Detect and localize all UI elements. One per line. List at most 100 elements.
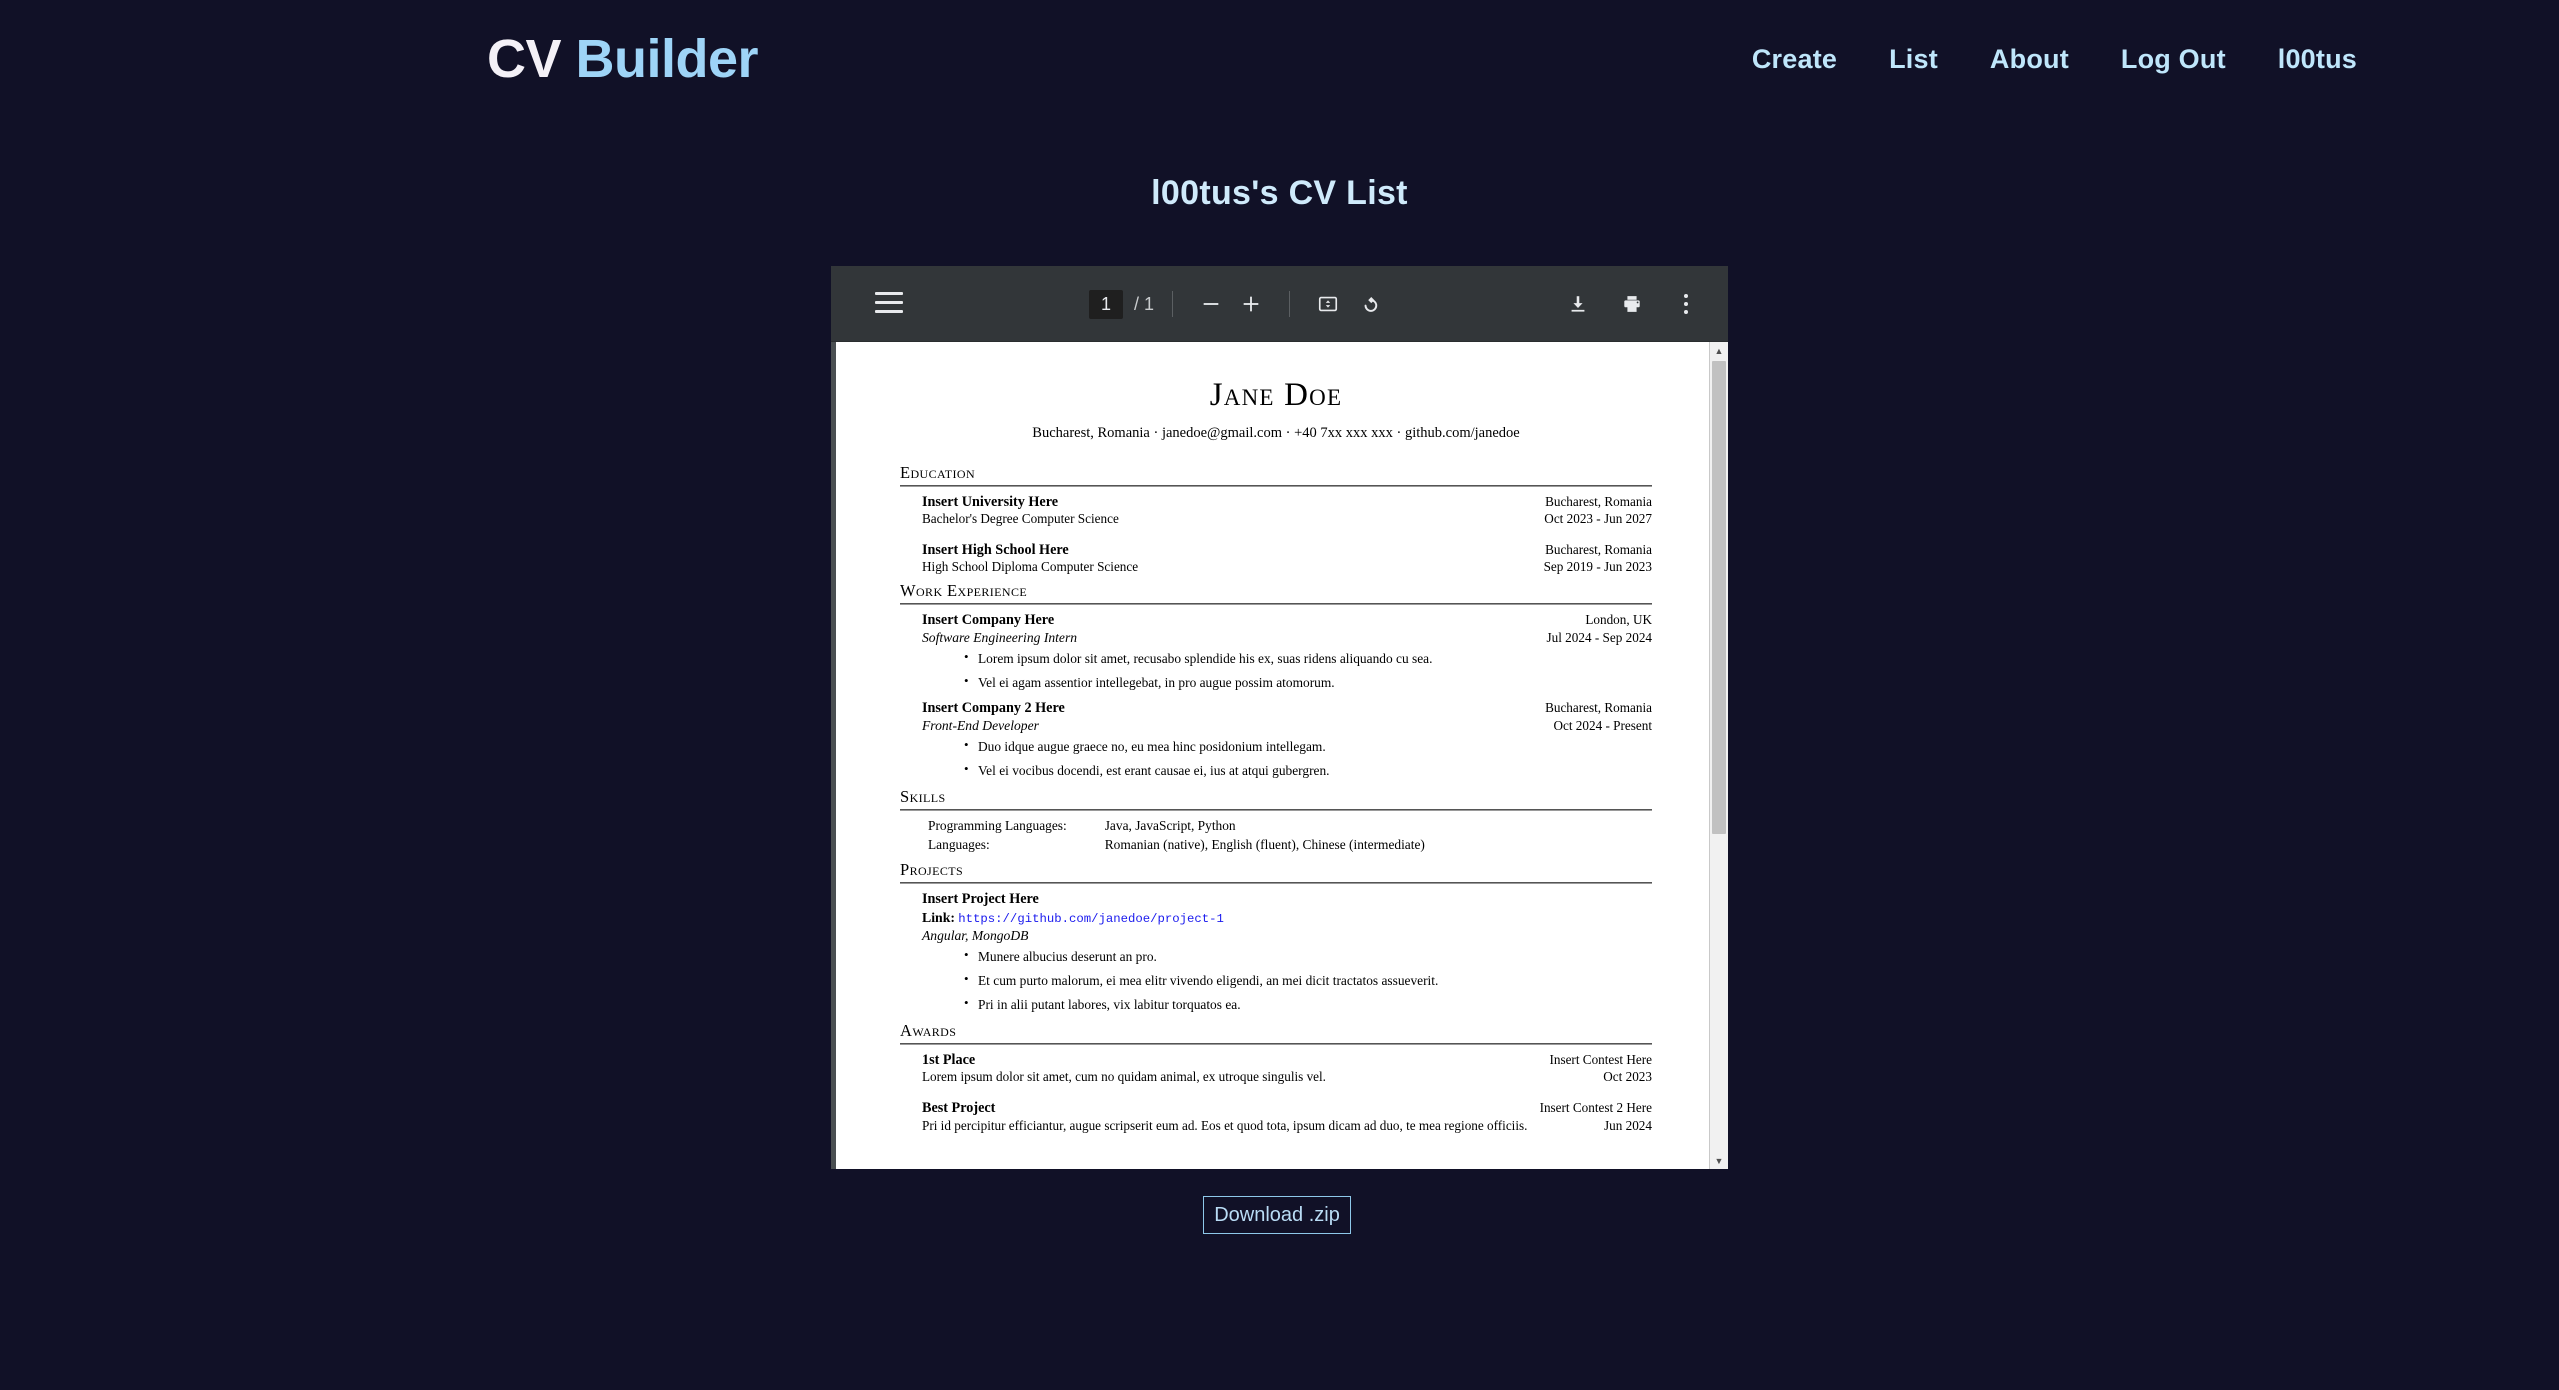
bullet-item: Lorem ipsum dolor sit amet, recusabo spl…: [964, 649, 1652, 667]
print-icon: [1624, 296, 1640, 312]
page-total-label: / 1: [1134, 293, 1155, 314]
main-navigation: Create List About Log Out l00tus: [1726, 44, 2383, 75]
section-title-projects: Projects: [900, 860, 964, 880]
cv-section-work-experience: Work Experience Insert Company Here Lond…: [900, 580, 1652, 779]
entry-dates: Oct 2023 - Jun 2027: [1544, 511, 1652, 527]
entry-bullets: Duo idque augue graece no, eu mea hinc p…: [922, 737, 1652, 779]
project-link-row: Link: https://github.com/janedoe/project…: [922, 909, 1652, 928]
cv-contact-line: Bucharest, Romania · janedoe@gmail.com ·…: [1032, 425, 1520, 442]
entry-dates: Oct 2024 - Present: [1553, 717, 1652, 733]
page-number-input[interactable]: [1089, 289, 1123, 319]
skills-table: Programming Languages: Java, JavaScript,…: [928, 817, 1425, 855]
skill-value: Java, JavaScript, Python: [1104, 817, 1236, 833]
toolbar-divider-2: [1289, 291, 1291, 317]
cv-entry: Insert University Here Bucharest, Romani…: [922, 493, 1652, 528]
zoom-out-button[interactable]: [1191, 284, 1231, 324]
nav-item-log-out[interactable]: Log Out: [2095, 44, 2252, 75]
pdf-scrollbar[interactable]: ▲ ▼: [1709, 342, 1728, 1169]
entry-location: Bucharest, Romania: [1545, 541, 1652, 557]
table-row: Programming Languages: Java, JavaScript,…: [928, 817, 1425, 836]
section-title-awards: Awards: [900, 1021, 957, 1041]
download-button[interactable]: [1558, 284, 1598, 324]
toolbar-divider: [1172, 291, 1174, 317]
section-rule: [900, 808, 1652, 811]
entry-location: London, UK: [1585, 612, 1652, 628]
entry-bullets: Munere albucius deserunt an pro. Et cum …: [922, 947, 1652, 1013]
entry-title: Insert Company 2 Here: [922, 699, 1065, 716]
entry-title: Insert Company Here: [922, 612, 1055, 629]
site-header: CV Builder Create List About Log Out l00…: [0, 0, 2559, 132]
cv-section-awards: Awards 1st Place Insert Contest Here Lor…: [900, 1020, 1652, 1134]
hamburger-menu-icon[interactable]: [875, 292, 903, 314]
logo-text-cv: CV: [487, 29, 562, 89]
entry-dates: Sep 2019 - Jun 2023: [1543, 559, 1652, 575]
section-title-skills: Skills: [900, 786, 946, 806]
scrollbar-thumb[interactable]: [1712, 361, 1726, 834]
pdf-toolbar-center-controls: / 1: [1089, 266, 1388, 342]
fit-page-button[interactable]: [1308, 284, 1348, 324]
nav-item-list[interactable]: List: [1863, 44, 1964, 75]
section-rule: [900, 603, 1652, 606]
site-logo[interactable]: CV Builder: [487, 28, 759, 90]
download-icon: [1571, 296, 1585, 312]
project-tech: Angular, MongoDB: [922, 928, 1029, 944]
skill-value: Romanian (native), English (fluent), Chi…: [1104, 837, 1425, 853]
download-zip-button[interactable]: Download .zip: [1203, 1196, 1351, 1234]
pdf-page: Jane Doe Bucharest, Romania · janedoe@gm…: [836, 342, 1709, 1169]
cv-name: Jane Doe: [1209, 377, 1343, 413]
cv-document: Jane Doe Bucharest, Romania · janedoe@gm…: [836, 342, 1709, 1134]
page-title: l00tus's CV List: [1151, 174, 1408, 212]
entry-dates: Oct 2023: [1603, 1069, 1652, 1085]
entry-subtitle: Bachelor's Degree Computer Science: [922, 511, 1119, 527]
section-rule: [900, 882, 1652, 885]
entry-location: Insert Contest Here: [1549, 1052, 1652, 1068]
nav-item-username[interactable]: l00tus: [2252, 44, 2383, 75]
cv-section-education: Education Insert University Here Buchare…: [900, 462, 1652, 576]
entry-title: Insert High School Here: [922, 541, 1069, 558]
entry-location: Insert Contest 2 Here: [1539, 1100, 1652, 1116]
skill-key: Programming Languages:: [928, 817, 1067, 833]
rotate-button[interactable]: [1348, 284, 1388, 324]
cv-entry: Best Project Insert Contest 2 Here Pri i…: [922, 1099, 1652, 1134]
print-button[interactable]: [1612, 284, 1652, 324]
project-title: Insert Project Here: [922, 891, 1039, 908]
minus-icon: [1203, 303, 1219, 305]
bullet-item: Duo idque augue graece no, eu mea hinc p…: [964, 737, 1652, 755]
entry-subtitle: Software Engineering Intern: [922, 630, 1078, 646]
pdf-toolbar-right-controls: [1558, 266, 1706, 342]
entry-subtitle: High School Diploma Computer Science: [922, 559, 1139, 575]
logo-text-builder: Builder: [575, 29, 759, 89]
bullet-item: Pri in alii putant labores, vix labitur …: [964, 995, 1652, 1013]
entry-location: Bucharest, Romania: [1545, 493, 1652, 509]
section-title-education: Education: [900, 462, 976, 482]
nav-item-about[interactable]: About: [1964, 44, 2095, 75]
rotate-counterclockwise-icon: [1364, 296, 1377, 312]
cv-section-skills: Skills Programming Languages: Java, Java…: [900, 786, 1652, 855]
more-options-button[interactable]: [1666, 284, 1706, 324]
more-options-icon: [1684, 294, 1688, 314]
project-link-url[interactable]: https://github.com/janedoe/project-1: [958, 912, 1224, 926]
fit-to-page-icon: [1318, 296, 1338, 312]
cv-entry: Insert Project Here Link: https://github…: [922, 890, 1652, 1013]
entry-location: Bucharest, Romania: [1545, 699, 1652, 715]
section-rule: [900, 1043, 1652, 1046]
entry-dates: Jun 2024: [1604, 1117, 1652, 1133]
entry-subtitle: Pri id percipitur efficiantur, augue scr…: [922, 1117, 1528, 1133]
bullet-item: Vel ei vocibus docendi, est erant causae…: [964, 761, 1652, 779]
scroll-down-arrow-icon[interactable]: ▼: [1710, 1152, 1728, 1169]
project-link-label: Link:: [922, 909, 955, 925]
skill-key: Languages:: [928, 837, 990, 853]
table-row: Languages: Romanian (native), English (f…: [928, 836, 1425, 855]
entry-subtitle: Lorem ipsum dolor sit amet, cum no quida…: [922, 1069, 1326, 1085]
entry-title: 1st Place: [922, 1052, 976, 1069]
scroll-up-arrow-icon[interactable]: ▲: [1710, 342, 1728, 359]
cv-section-projects: Projects Insert Project Here Link: https…: [900, 859, 1652, 1013]
entry-subtitle: Front-End Developer: [922, 717, 1039, 733]
zoom-in-button[interactable]: [1231, 284, 1271, 324]
entry-dates: Jul 2024 - Sep 2024: [1546, 630, 1653, 646]
section-rule: [900, 484, 1652, 487]
bullet-item: Et cum purto malorum, ei mea elitr viven…: [964, 971, 1652, 989]
nav-item-create[interactable]: Create: [1726, 44, 1863, 75]
pdf-toolbar: / 1: [831, 266, 1728, 342]
